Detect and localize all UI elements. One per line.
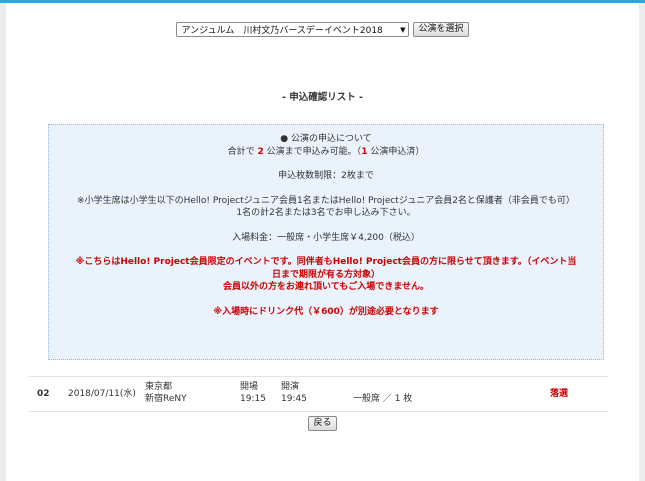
- row-seat: 一般席 ／ 1 枚: [353, 394, 413, 404]
- row-start: 開演 19:45: [281, 381, 307, 405]
- dropdown-arrow-icon: ▼: [400, 25, 406, 34]
- member-note-2: 日まで期限が有る方対象）: [271, 269, 380, 280]
- venue-prefecture: 東京都: [145, 382, 173, 392]
- child-seat-note-2: 1名の計2名または3名でお申し込み下さい。: [236, 208, 416, 218]
- performance-select-row: アンジュルム 川村文乃バースデーイベント2018 ▼ 公演を選択: [6, 22, 639, 37]
- limit-count: 2: [257, 146, 264, 157]
- performance-select-value: アンジュルム 川村文乃バースデーイベント2018: [181, 26, 383, 36]
- performance-select[interactable]: アンジュルム 川村文乃バースデーイベント2018 ▼: [176, 22, 410, 37]
- notice-box: ● 公演の申込について 合計で 2 公演まで申込み可能。（1 公演申込済） 申込…: [48, 124, 604, 360]
- ticket-limit: 申込枚数制限：2枚まで: [278, 171, 374, 181]
- child-seat-note-1: ※小学生席は小学生以下のHello! Projectジュニア会員1名またはHel…: [77, 195, 575, 206]
- start-label: 開演: [281, 382, 300, 392]
- row-date: 2018/07/11(水): [68, 389, 136, 399]
- member-note-3: 会員以外の方をお連れ頂いてもご入場できません。: [222, 282, 429, 292]
- table-row: 02 2018/07/11(水) 東京都 新宿ReNY 開場 19:15 開演 …: [28, 376, 608, 412]
- venue-name: 新宿ReNY: [145, 394, 187, 404]
- row-venue: 東京都 新宿ReNY: [145, 381, 187, 405]
- drink-note: ※入場時にドリンク代（￥600）が別途必要となります: [213, 306, 439, 317]
- open-time: 19:15: [240, 394, 266, 404]
- open-label: 開場: [240, 382, 259, 392]
- back-row: 戻る: [6, 416, 639, 431]
- select-performance-button[interactable]: 公演を選択: [413, 22, 469, 37]
- member-note-1: ※こちらはHello! Project会員限定のイベントです。同伴者もHello…: [75, 257, 577, 267]
- notice-heading: ● 公演の申込について: [280, 134, 372, 144]
- price-info: 入場料金：一般席・小学生席￥4,200（税込）: [232, 232, 420, 243]
- start-time: 19:45: [281, 394, 307, 404]
- back-button[interactable]: 戻る: [308, 416, 337, 431]
- page-content: アンジュルム 川村文乃バースデーイベント2018 ▼ 公演を選択 - 申込確認リ…: [6, 3, 639, 481]
- applied-count: 1: [361, 146, 368, 157]
- row-number: 02: [37, 389, 50, 399]
- application-limit: 合計で 2 公演まで申込み可能。（1 公演申込済）: [227, 146, 425, 157]
- row-open: 開場 19:15: [240, 381, 266, 405]
- lottery-result-badge: 落選: [550, 389, 569, 399]
- list-title: - 申込確認リスト -: [281, 92, 363, 103]
